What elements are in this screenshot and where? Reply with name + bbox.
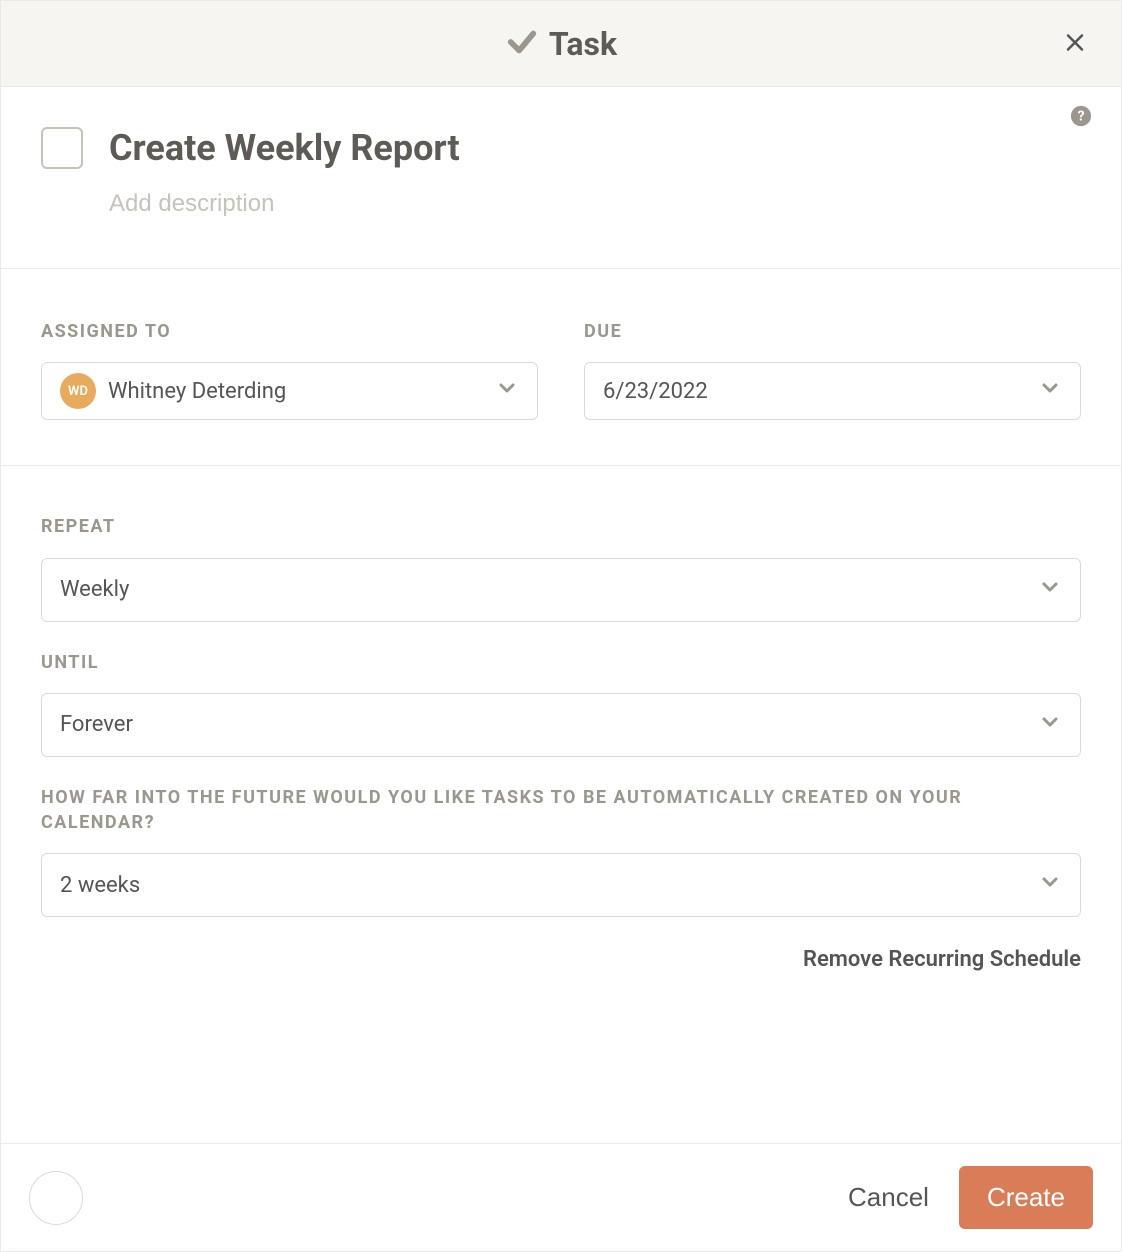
description-input[interactable] [109, 190, 1081, 218]
cancel-button[interactable]: Cancel [844, 1174, 933, 1221]
close-button[interactable] [1059, 26, 1091, 61]
repeat-value: Weekly [60, 577, 129, 602]
avatar-initials: WD [68, 384, 88, 399]
help-icon[interactable]: ? [1070, 105, 1092, 131]
until-label: UNTIL [41, 650, 1081, 675]
due-label: DUE [584, 319, 1081, 344]
modal-body: ? Create Weekly Report ASSIGNED TO WD Wh… [1, 87, 1121, 1143]
remove-recurring-link[interactable]: Remove Recurring Schedule [41, 947, 1081, 972]
modal-footer: Cancel Create [1, 1143, 1121, 1251]
chevron-down-icon [1038, 376, 1062, 406]
future-value: 2 weeks [60, 873, 140, 898]
create-button[interactable]: Create [959, 1166, 1093, 1229]
footer-avatar-placeholder[interactable] [29, 1171, 83, 1225]
repeat-select[interactable]: Weekly [41, 558, 1081, 622]
assigned-to-select[interactable]: WD Whitney Deterding [41, 362, 538, 420]
assignee-name: Whitney Deterding [108, 379, 286, 404]
until-select[interactable]: Forever [41, 693, 1081, 757]
future-label: HOW FAR INTO THE FUTURE WOULD YOU LIKE T… [41, 785, 1081, 835]
modal-title: Task [549, 25, 617, 63]
chevron-down-icon [1038, 710, 1062, 740]
future-select[interactable]: 2 weeks [41, 853, 1081, 917]
task-complete-checkbox[interactable] [41, 127, 83, 169]
modal-header: Task [1, 1, 1121, 87]
chevron-down-icon [1038, 575, 1062, 605]
due-date-select[interactable]: 6/23/2022 [584, 362, 1081, 420]
assigned-to-label: ASSIGNED TO [41, 319, 538, 344]
avatar: WD [60, 373, 96, 409]
chevron-down-icon [1038, 870, 1062, 900]
chevron-down-icon [495, 376, 519, 406]
due-date-value: 6/23/2022 [603, 379, 708, 404]
check-icon [505, 25, 539, 63]
task-title[interactable]: Create Weekly Report [109, 127, 460, 170]
svg-text:?: ? [1078, 109, 1085, 125]
close-icon [1063, 42, 1087, 57]
until-value: Forever [60, 712, 133, 737]
repeat-label: REPEAT [41, 514, 1081, 539]
